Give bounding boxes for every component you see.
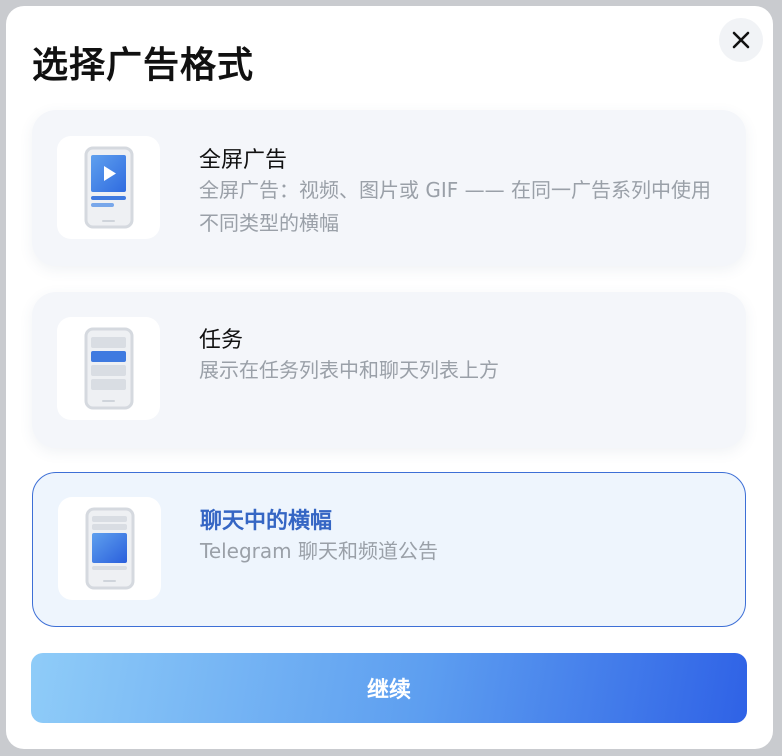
- option-thumbnail: [57, 317, 160, 420]
- phone-task-list-icon: [84, 327, 134, 410]
- continue-button[interactable]: 继续: [31, 653, 747, 723]
- option-description: 展示在任务列表中和聊天列表上方: [199, 358, 499, 382]
- close-button[interactable]: [719, 18, 763, 62]
- option-fullscreen-ad[interactable]: 全屏广告 全屏广告：视频、图片或 GIF —— 在同一广告系列中使用不同类型的横…: [32, 110, 746, 266]
- option-description: 全屏广告：视频、图片或 GIF —— 在同一广告系列中使用不同类型的横幅: [199, 178, 711, 235]
- option-title: 聊天中的横幅: [200, 509, 333, 534]
- close-icon: [732, 31, 750, 49]
- phone-banner-icon: [85, 507, 135, 590]
- option-thumbnail: [58, 497, 161, 600]
- phone-video-icon: [84, 146, 134, 229]
- option-tasks[interactable]: 任务 展示在任务列表中和聊天列表上方: [32, 292, 746, 448]
- option-title: 全屏广告: [199, 148, 288, 173]
- option-chat-banner[interactable]: 聊天中的横幅 Telegram 聊天和频道公告: [32, 472, 746, 627]
- option-title: 任务: [199, 328, 244, 353]
- dialog-title: 选择广告格式: [32, 45, 255, 86]
- option-thumbnail: [57, 136, 160, 239]
- option-description: Telegram 聊天和频道公告: [200, 539, 438, 563]
- ad-format-dialog: 选择广告格式 全屏广告 全屏广告：视频、图片或 GIF —— 在同一广告系列中使…: [6, 6, 773, 749]
